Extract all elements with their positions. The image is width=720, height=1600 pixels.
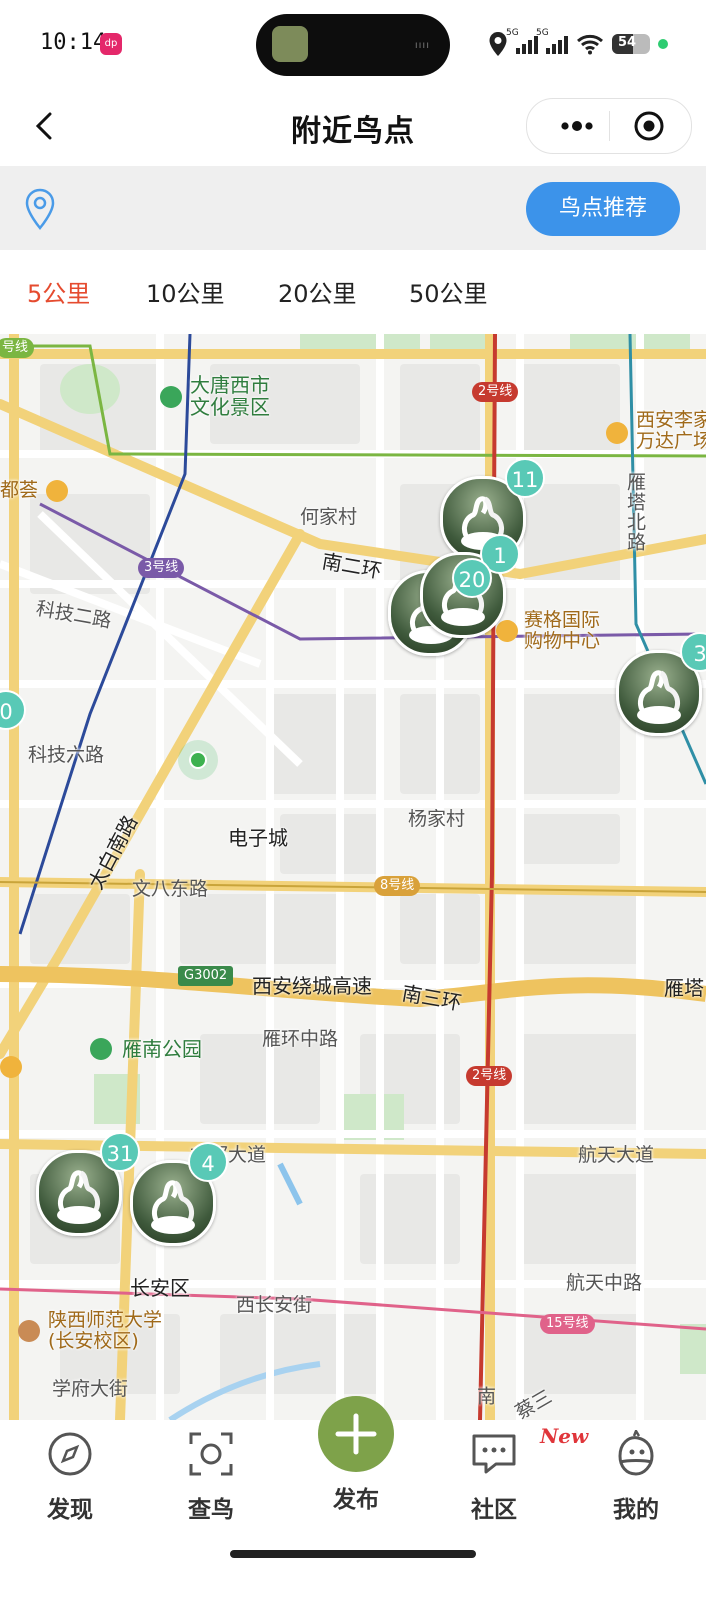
audio-wave-icon: ıııı (414, 40, 430, 51)
publish-label: 发布 (333, 1487, 379, 1513)
new-badge: New (540, 1424, 589, 1448)
tab-5km[interactable]: 5公里 (27, 274, 90, 309)
tab-label: 查鸟 (188, 1497, 234, 1523)
metro-line-tag: 号线 (0, 338, 35, 358)
metro-line-tag: 2号线 (472, 382, 519, 402)
metro-line-tag: 3号线 (138, 558, 185, 578)
road-label: 雁塔北路 (624, 472, 646, 552)
mall-icon (46, 480, 68, 502)
university-icon (18, 1320, 40, 1342)
map-label: 赛格国际 购物中心 (524, 609, 601, 652)
plus-icon (335, 1413, 377, 1455)
metro-line-tag: 15号线 (540, 1314, 595, 1334)
park-icon (90, 1038, 112, 1060)
tab-50km[interactable]: 50公里 (409, 274, 488, 309)
tab-label: 发现 (47, 1497, 93, 1523)
mall-icon (606, 422, 628, 444)
media-thumbnail (272, 26, 308, 62)
tab-identify[interactable]: 查鸟 (161, 1430, 261, 1524)
miniapp-capsule (526, 98, 692, 154)
road-label: 雁环中路 (262, 1028, 339, 1050)
tab-10km[interactable]: 10公里 (146, 274, 225, 309)
tab-community[interactable]: 社区 (444, 1430, 544, 1524)
tab-discover[interactable]: 发现 (20, 1430, 120, 1524)
road-label: 西安绕城高速 (252, 974, 372, 998)
scan-icon (189, 1432, 233, 1476)
location-pin-icon[interactable] (24, 188, 56, 230)
metro-line-tag: 8号线 (374, 876, 421, 896)
clock: 10:14 (40, 30, 107, 55)
tab-mine[interactable]: 我的 (586, 1428, 686, 1524)
dynamic-island: ıııı (256, 14, 450, 76)
recommend-spots-button[interactable]: 鸟点推荐 (526, 182, 680, 236)
tab-20km[interactable]: 20公里 (278, 274, 357, 309)
chat-icon (472, 1434, 516, 1474)
metro-line-tag: 2号线 (466, 1066, 513, 1086)
location-icon (489, 32, 507, 56)
spot-count-badge[interactable]: 20 (452, 558, 492, 598)
map-label: 都荟 (0, 479, 39, 501)
map-label: 陕西师范大学 (长安校区) (48, 1309, 163, 1352)
battery-icon: 54 (612, 34, 650, 54)
tab-label: 我的 (613, 1497, 659, 1523)
map-view[interactable]: 号线 2号线 3号线 8号线 2号线 15号线 G3002 大唐西市 文化景区 … (0, 334, 706, 1420)
map-label: 雁南公园 (122, 1037, 202, 1061)
location-bar: 鸟点推荐 (0, 166, 706, 250)
bird-avatar-icon (618, 1428, 654, 1476)
cell-signal-icon-2: 5G (536, 28, 568, 54)
compass-icon (48, 1432, 92, 1476)
spot-count-badge[interactable]: 4 (188, 1142, 228, 1182)
close-miniapp-icon[interactable] (633, 110, 665, 142)
system-icons: 5G 5G 54 (488, 28, 668, 58)
road-label: 科技六路 (28, 744, 105, 766)
privacy-indicator-icon (658, 39, 668, 49)
capsule-divider (609, 111, 610, 141)
nav-header: 附近鸟点 (0, 90, 720, 166)
wifi-icon (577, 34, 603, 55)
map-label: 西安李家 万达广场 (636, 409, 706, 452)
map-label: 电子城 (228, 826, 288, 850)
road-label: 文八东路 (132, 878, 209, 900)
map-label: 杨家村 (408, 808, 466, 830)
road-label: 航天大道 (578, 1144, 655, 1166)
spot-count-badge[interactable]: 11 (505, 458, 545, 498)
cell-signal-icon: 5G (506, 28, 538, 54)
map-label: 长安区 (130, 1276, 190, 1300)
scenic-spot-icon (160, 386, 182, 408)
tab-label: 社区 (471, 1497, 517, 1523)
home-indicator[interactable] (230, 1550, 476, 1558)
map-label: 大唐西市 文化景区 (190, 373, 270, 419)
distance-tabs: 5公里 10公里 20公里 50公里 (0, 258, 706, 324)
road-label: 学府大街 (52, 1378, 129, 1400)
more-icon[interactable] (549, 109, 605, 143)
highway-shield: G3002 (178, 966, 234, 986)
road-label: 南 (474, 1386, 496, 1406)
bottom-tab-bar: 发现 查鸟 发布 社区 New 我的 (0, 1396, 720, 1600)
map-label: 雁塔 (664, 976, 704, 1000)
app-notification-icon: dp (100, 33, 122, 55)
status-bar: 10:14 dp ıııı 5G 5G 54 (0, 0, 720, 90)
publish-button[interactable] (318, 1396, 394, 1472)
map-label: 何家村 (300, 506, 358, 528)
road-label: 航天中路 (566, 1272, 643, 1294)
road-label: 西长安街 (236, 1294, 313, 1316)
mall-icon (0, 1056, 22, 1078)
current-location-marker (178, 740, 218, 780)
